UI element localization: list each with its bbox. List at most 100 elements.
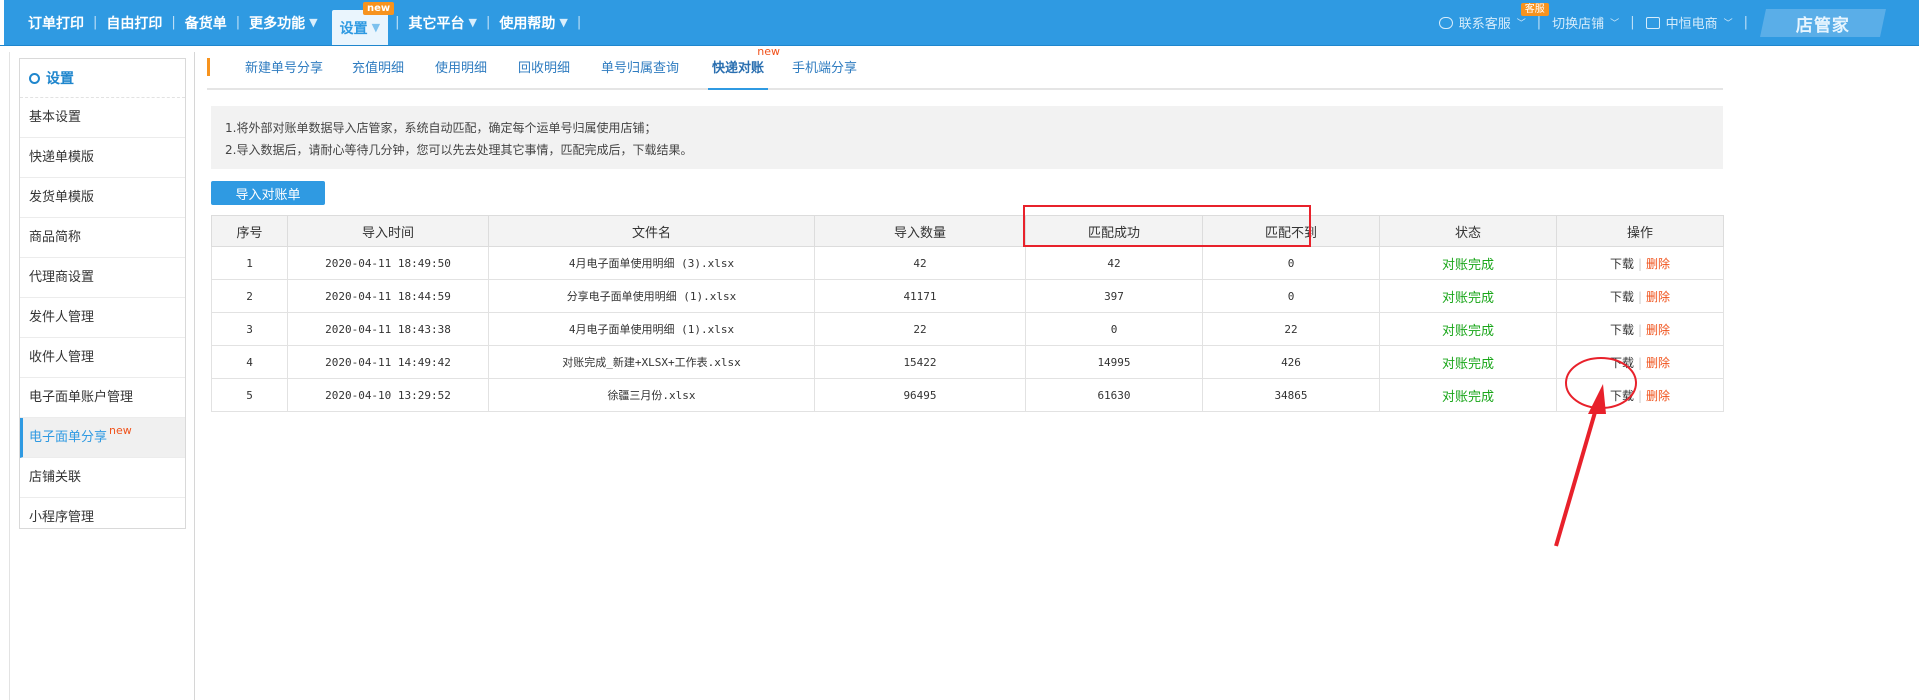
action-divider: |	[1637, 289, 1643, 304]
sidebar-title-text: 设置	[46, 71, 74, 87]
cell-status: 对账完成	[1379, 279, 1557, 313]
sidebar-item-express-template[interactable]: 快递单模版	[20, 138, 185, 178]
cell-file: 徐疆三月份.xlsx	[488, 378, 815, 412]
tab-usage-detail[interactable]: 使用明细	[435, 54, 487, 88]
user-menu: 联系客服 ﹀ 客服 | 切换店铺 ﹀ | 中恒电商 ﹀ | 店管家	[1429, 0, 1919, 45]
tab-mobile-share[interactable]: 手机端分享	[792, 54, 857, 88]
cell-time: 2020-04-11 18:44:59	[287, 279, 489, 313]
sidebar-item-label: 快递单模版	[29, 150, 95, 165]
sidebar-item-store-link[interactable]: 店铺关联	[20, 458, 185, 498]
reconcile-table: 序号 导入时间 文件名 导入数量 匹配成功 匹配不到 状态 操作 1 2020-…	[211, 215, 1724, 412]
delete-link[interactable]: 删除	[1646, 356, 1670, 370]
nav-help[interactable]: 使用帮助 ▼	[491, 0, 575, 45]
sidebar-item-label: 小程序管理	[29, 510, 95, 525]
cell-unmatched: 426	[1202, 345, 1380, 379]
cell-file: 对账完成_新建+XLSX+工作表.xlsx	[488, 345, 815, 379]
tab-label: 新建单号分享	[245, 61, 324, 76]
brand-logo: 店管家	[1760, 8, 1886, 37]
sidebar-item-label: 收件人管理	[29, 350, 95, 365]
nav-divider: |	[235, 15, 241, 30]
page-left-border	[9, 52, 10, 700]
nav-more-functions[interactable]: 更多功能 ▼	[241, 0, 325, 45]
sidebar-item-label: 发货单模版	[29, 190, 95, 205]
tab-express-reconcile[interactable]: 快递对账 new	[708, 45, 780, 90]
instructions-panel: 1.将外部对账单数据导入店管家，系统自动匹配，确定每个运单号归属使用店铺； 2.…	[211, 106, 1723, 169]
download-link[interactable]: 下载	[1610, 323, 1634, 337]
cell-status: 对账完成	[1379, 378, 1557, 412]
nav-divider: |	[171, 15, 176, 30]
new-badge: new	[362, 2, 395, 15]
nav-order-print[interactable]: 订单打印	[20, 0, 92, 45]
cell-time: 2020-04-11 14:49:42	[287, 345, 489, 379]
sidebar-item-label: 店铺关联	[29, 470, 82, 485]
cell-unmatched: 34865	[1202, 378, 1380, 412]
cell-no: 5	[211, 378, 288, 412]
instruction-line-2: 2.导入数据后，请耐心等待几分钟，您可以先去处理其它事情，匹配完成后，下载结果。	[225, 143, 693, 157]
chevron-down-icon: ﹀	[1723, 19, 1733, 29]
switch-store-label: 切换店铺	[1552, 17, 1605, 32]
nav-divider: |	[93, 15, 98, 30]
sidebar-item-sender-management[interactable]: 发件人管理	[20, 298, 185, 338]
table-row: 3 2020-04-11 18:43:38 4月电子面单使用明细 (1).xls…	[211, 312, 1724, 346]
sidebar-item-receiver-management[interactable]: 收件人管理	[20, 338, 185, 378]
cell-count: 22	[814, 312, 1026, 346]
sidebar-item-mini-program[interactable]: 小程序管理	[20, 498, 185, 537]
download-link[interactable]: 下载	[1610, 356, 1634, 370]
download-link[interactable]: 下载	[1610, 257, 1634, 271]
tab-label: 充值明细	[352, 61, 405, 76]
table-row: 5 2020-04-10 13:29:52 徐疆三月份.xlsx 96495 6…	[211, 378, 1724, 412]
import-statement-button[interactable]: 导入对账单	[211, 181, 325, 205]
sidebar-item-waybill-account[interactable]: 电子面单账户管理	[20, 378, 185, 418]
cell-actions: 下载 | 删除	[1556, 378, 1724, 412]
store-account[interactable]: 中恒电商 ﹀	[1636, 13, 1743, 32]
instruction-line-1: 1.将外部对账单数据导入店管家，系统自动匹配，确定每个运单号归属使用店铺；	[225, 121, 657, 135]
tab-recharge-detail[interactable]: 充值明细	[352, 54, 404, 88]
nav-label: 设置	[339, 20, 368, 37]
cell-actions: 下载 | 删除	[1556, 279, 1724, 313]
delete-link[interactable]: 删除	[1646, 323, 1670, 337]
cell-no: 1	[211, 246, 288, 280]
headset-icon	[1438, 16, 1453, 29]
cell-status: 对账完成	[1379, 345, 1557, 379]
tab-number-lookup[interactable]: 单号归属查询	[601, 54, 679, 88]
col-header-no: 序号	[211, 215, 288, 247]
delete-link[interactable]: 删除	[1646, 389, 1670, 403]
sidebar-title: 设置	[20, 59, 185, 98]
delete-link[interactable]: 删除	[1646, 290, 1670, 304]
sidebar-item-waybill-share[interactable]: 电子面单分享 new	[20, 418, 185, 458]
col-header-file-name: 文件名	[488, 215, 815, 247]
gear-icon	[29, 72, 40, 84]
sidebar-item-product-alias[interactable]: 商品简称	[20, 218, 185, 258]
contact-label: 联系客服	[1458, 17, 1511, 32]
action-divider: |	[1637, 256, 1643, 271]
sub-tabs: 新建单号分享 充值明细 使用明细 回收明细 单号归属查询 快递对账 new 手机端…	[207, 45, 1723, 90]
store-name: 中恒电商	[1665, 17, 1718, 32]
cell-matched: 61630	[1025, 378, 1203, 412]
sidebar-item-agent-settings[interactable]: 代理商设置	[20, 258, 185, 298]
main-menu: 订单打印 | 自由打印 | 备货单 | 更多功能 ▼ 设置 ▼ new | 其它平台 ▼…	[20, 0, 582, 45]
switch-store[interactable]: 切换店铺 ﹀	[1542, 13, 1629, 32]
nav-divider: |	[576, 15, 582, 30]
nav-other-platforms[interactable]: 其它平台 ▼	[401, 0, 485, 45]
tab-recycle-detail[interactable]: 回收明细	[518, 54, 570, 88]
nav-free-print[interactable]: 自由打印	[98, 0, 170, 45]
nav-stock-list[interactable]: 备货单	[177, 0, 235, 45]
delete-link[interactable]: 删除	[1646, 257, 1670, 271]
caret-down-icon: ▼	[371, 21, 381, 34]
tab-label: 回收明细	[518, 61, 571, 76]
cell-status: 对账完成	[1379, 312, 1557, 346]
cell-status: 对账完成	[1379, 246, 1557, 280]
nav-settings[interactable]: 设置 ▼ new	[331, 2, 395, 45]
contact-support[interactable]: 联系客服 ﹀ 客服	[1429, 3, 1549, 32]
download-link[interactable]: 下载	[1610, 290, 1634, 304]
nav-label: 使用帮助	[499, 15, 556, 32]
nav-label: 自由打印	[106, 15, 163, 32]
tab-label: 使用明细	[435, 61, 488, 76]
tab-new-share[interactable]: 新建单号分享	[245, 54, 323, 88]
sidebar-item-basic-settings[interactable]: 基本设置	[20, 98, 185, 138]
cell-no: 3	[211, 312, 288, 346]
sidebar-item-label: 电子面单分享	[29, 430, 108, 445]
cell-time: 2020-04-11 18:43:38	[287, 312, 489, 346]
sidebar-item-delivery-template[interactable]: 发货单模版	[20, 178, 185, 218]
download-link[interactable]: 下载	[1610, 389, 1634, 403]
